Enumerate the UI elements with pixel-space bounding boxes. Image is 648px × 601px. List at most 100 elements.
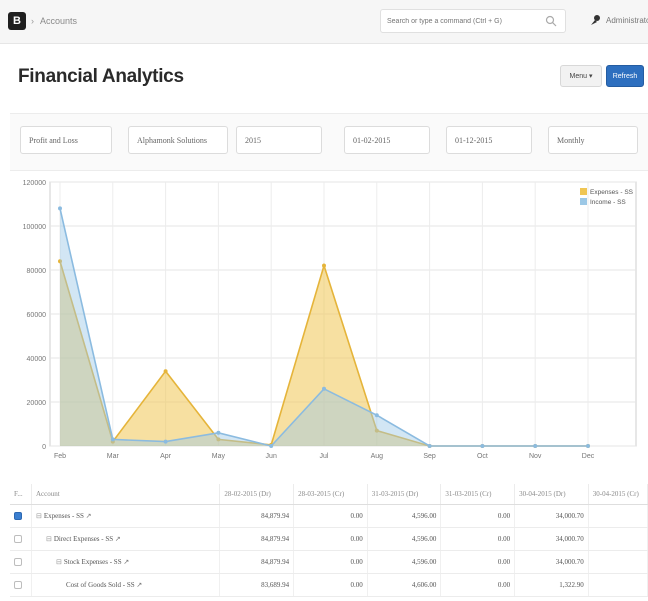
menu-button-label: Menu bbox=[569, 72, 587, 80]
refresh-button[interactable]: Refresh bbox=[606, 65, 644, 87]
y-tick-label: 80000 bbox=[27, 268, 47, 275]
value-cell: 0.00 bbox=[440, 573, 516, 597]
user-name[interactable]: Administrator bbox=[606, 16, 648, 25]
column-header[interactable]: 28-03-2015 (Cr) bbox=[293, 484, 368, 505]
collapse-toggle-icon[interactable]: ⊟ bbox=[46, 535, 52, 543]
table-header: F... Account 28-02-2015 (Dr) 28-03-2015 (Cr… bbox=[10, 484, 648, 505]
value-cell: 0.00 bbox=[293, 573, 368, 597]
data-point[interactable] bbox=[163, 439, 168, 444]
data-point[interactable] bbox=[533, 444, 538, 448]
financial-chart: 120000 100000 80000 60000 40000 20000 0 Feb Mar A… bbox=[10, 174, 648, 466]
table-row[interactable]: ⊟ Direct Expenses - SS ↗ 84,879.94 0.00 4,59… bbox=[10, 527, 648, 551]
account-cell[interactable]: Cost of Goods Sold - SS ↗ bbox=[31, 573, 221, 597]
report-grid: F... Account 28-02-2015 (Dr) 28-03-2015 (Cr… bbox=[10, 484, 648, 597]
open-link-icon[interactable]: ↗ bbox=[86, 512, 92, 520]
company-field[interactable]: Alphamonk Solutions bbox=[128, 126, 228, 154]
value-cell bbox=[588, 527, 648, 551]
search-box[interactable] bbox=[380, 9, 566, 33]
legend-label: Expenses - SS bbox=[590, 189, 634, 196]
menu-button[interactable]: Menu ▾ bbox=[560, 65, 602, 87]
table-row[interactable]: ⊟ Expenses - SS ↗ 84,879.94 0.00 4,596.00 0.0… bbox=[10, 504, 648, 528]
column-header[interactable]: 31-03-2015 (Dr) bbox=[367, 484, 442, 505]
legend-swatch bbox=[580, 198, 587, 205]
top-navbar: B › Accounts Administrator bbox=[0, 0, 648, 44]
report-table: F... Account 28-02-2015 (Dr) 28-03-2015 (Cr… bbox=[10, 484, 648, 601]
account-name[interactable]: Direct Expenses - SS bbox=[54, 535, 115, 543]
open-link-icon[interactable]: ↗ bbox=[115, 535, 121, 543]
data-point[interactable] bbox=[216, 430, 221, 435]
search-icon[interactable] bbox=[545, 15, 557, 27]
user-menu[interactable]: Administrator bbox=[590, 14, 648, 26]
column-header[interactable]: 28-02-2015 (Dr) bbox=[219, 484, 295, 505]
x-tick-label: Feb bbox=[54, 453, 66, 460]
value-cell: 34,000.70 bbox=[514, 504, 589, 528]
value-cell: 84,879.94 bbox=[219, 550, 295, 574]
account-cell[interactable]: ⊟ Direct Expenses - SS ↗ bbox=[31, 527, 221, 551]
column-header[interactable]: F... bbox=[10, 484, 32, 505]
from-date-field[interactable]: 01-02-2015 bbox=[344, 126, 430, 154]
data-point[interactable] bbox=[322, 386, 326, 391]
account-name[interactable]: Stock Expenses - SS bbox=[64, 558, 124, 566]
account-name[interactable]: Expenses - SS bbox=[44, 512, 86, 520]
account-cell[interactable]: ⊟ Expenses - SS ↗ bbox=[31, 504, 221, 528]
value-cell: 1,322.90 bbox=[514, 573, 589, 597]
value-cell: 34,000.70 bbox=[514, 550, 589, 574]
x-tick-label: Apr bbox=[160, 453, 172, 460]
row-checkbox[interactable] bbox=[14, 534, 22, 543]
value-cell: 4,606.00 bbox=[367, 573, 442, 597]
value-cell bbox=[588, 504, 648, 528]
value-cell: 4,596.00 bbox=[367, 550, 442, 574]
data-point[interactable] bbox=[374, 413, 379, 418]
open-link-icon[interactable]: ↗ bbox=[123, 558, 129, 566]
report-type-select[interactable]: Profit and Loss bbox=[20, 126, 112, 154]
account-cell[interactable]: ⊟ Stock Expenses - SS ↗ bbox=[31, 550, 221, 574]
data-point[interactable] bbox=[480, 444, 485, 448]
value-cell: 84,879.94 bbox=[219, 504, 295, 528]
y-tick-label: 40000 bbox=[27, 356, 47, 363]
search-input[interactable] bbox=[381, 10, 531, 32]
value-cell: 4,596.00 bbox=[367, 504, 442, 528]
data-point[interactable] bbox=[269, 444, 274, 448]
value-cell bbox=[588, 550, 648, 574]
value-cell: 0.00 bbox=[293, 504, 368, 528]
row-checkbox-cell bbox=[10, 527, 32, 551]
data-point[interactable] bbox=[110, 437, 115, 442]
value-cell: 0.00 bbox=[293, 550, 368, 574]
row-checkbox[interactable] bbox=[14, 511, 22, 520]
to-date-field[interactable]: 01-12-2015 bbox=[446, 126, 532, 154]
column-header[interactable]: Account bbox=[31, 484, 221, 505]
table-row[interactable]: ⊟ Stock Expenses - SS ↗ 84,879.94 0.00 4,596… bbox=[10, 550, 648, 574]
chart-canvas: 120000 100000 80000 60000 40000 20000 0 Feb Mar A… bbox=[23, 180, 637, 460]
open-link-icon[interactable]: ↗ bbox=[136, 581, 142, 589]
breadcrumb[interactable]: Accounts bbox=[40, 16, 77, 26]
column-header[interactable]: 30-04-2015 (Cr) bbox=[588, 484, 648, 505]
breadcrumb-separator: › bbox=[31, 16, 34, 26]
row-checkbox-cell bbox=[10, 573, 32, 597]
user-icon bbox=[591, 15, 600, 25]
legend-label: Income - SS bbox=[590, 199, 626, 206]
app-logo-icon[interactable]: B bbox=[8, 12, 26, 30]
row-checkbox[interactable] bbox=[14, 580, 22, 589]
data-point[interactable] bbox=[322, 263, 326, 268]
value-cell: 0.00 bbox=[440, 550, 516, 574]
data-point[interactable] bbox=[163, 369, 168, 374]
data-point[interactable] bbox=[427, 444, 432, 448]
row-checkbox[interactable] bbox=[14, 557, 22, 566]
table-row[interactable]: Cost of Goods Sold - SS ↗ 83,689.94 0.00 4,… bbox=[10, 573, 648, 597]
data-point[interactable] bbox=[586, 444, 590, 448]
data-point[interactable] bbox=[58, 206, 62, 211]
x-tick-label: Sep bbox=[423, 453, 436, 460]
value-cell: 4,596.00 bbox=[367, 527, 442, 551]
collapse-toggle-icon[interactable]: ⊟ bbox=[36, 512, 42, 520]
periodicity-select[interactable]: Monthly bbox=[548, 126, 638, 154]
fiscal-year-field[interactable]: 2015 bbox=[236, 126, 322, 154]
x-tick-label: Jun bbox=[266, 453, 277, 460]
column-header[interactable]: 31-03-2015 (Cr) bbox=[440, 484, 516, 505]
collapse-toggle-icon[interactable]: ⊟ bbox=[56, 558, 62, 566]
y-tick-label: 20000 bbox=[27, 400, 47, 407]
y-tick-label: 0 bbox=[42, 444, 46, 451]
column-header[interactable]: 30-04-2015 (Dr) bbox=[514, 484, 589, 505]
y-tick-label: 100000 bbox=[23, 224, 46, 231]
account-name[interactable]: Cost of Goods Sold - SS bbox=[66, 581, 136, 589]
x-tick-label: Nov bbox=[529, 453, 542, 460]
